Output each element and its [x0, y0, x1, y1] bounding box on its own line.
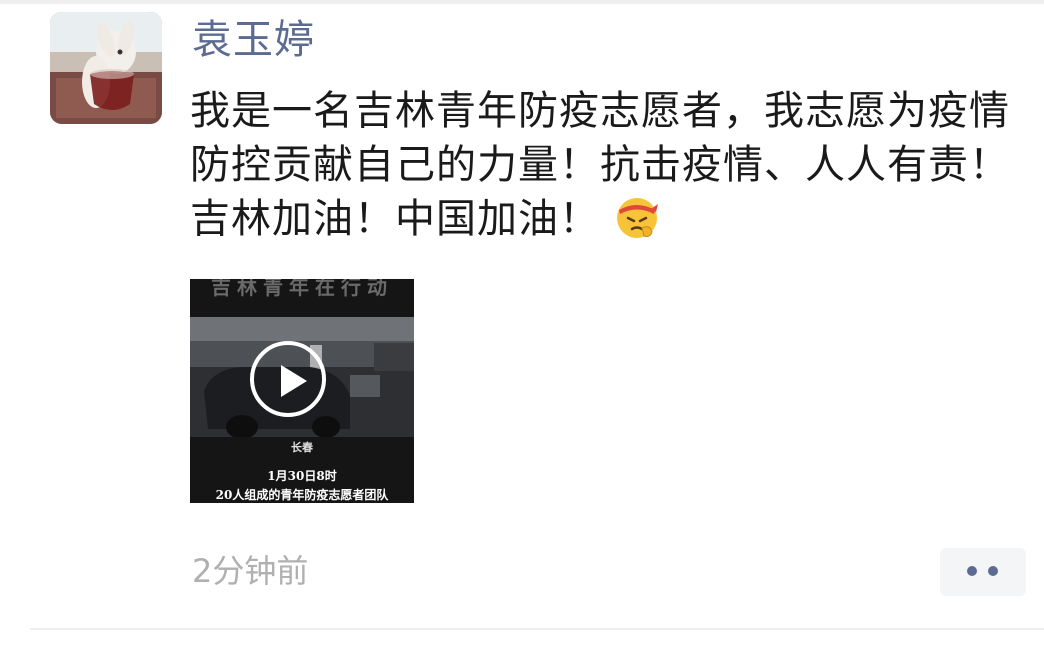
video-thumbnail[interactable]: 吉林青年在行动 长春 1月30日8时 20人组成的青年防疫志愿者团队	[190, 279, 414, 503]
post-timestamp: 2分钟前	[192, 552, 309, 590]
bottom-divider	[30, 628, 1044, 630]
post-text: 我是一名吉林青年防疫志愿者，我志愿为疫情防控贡献自己的力量！抗击疫情、人人有责！…	[190, 84, 1020, 246]
more-actions-button[interactable]	[940, 548, 1026, 596]
post-text-body: 我是一名吉林青年防疫志愿者，我志愿为疫情防控贡献自己的力量！抗击疫情、人人有责！…	[190, 88, 1010, 242]
video-top-text: 吉林青年在行动	[211, 279, 393, 299]
more-dots-icon	[988, 566, 998, 576]
avatar[interactable]	[50, 12, 162, 124]
video-date: 1月30日8时	[267, 469, 337, 483]
video-city: 长春	[291, 441, 313, 454]
determined-face-headband-emoji-icon	[614, 194, 660, 240]
more-dots-icon	[967, 566, 977, 576]
moments-post: 袁玉婷 我是一名吉林青年防疫志愿者，我志愿为疫情防控贡献自己的力量！抗击疫情、人…	[0, 0, 1044, 646]
play-icon[interactable]	[250, 341, 326, 417]
author-name[interactable]: 袁玉婷	[192, 12, 315, 68]
play-triangle	[281, 365, 307, 397]
video-subtitle: 20人组成的青年防疫志愿者团队	[215, 488, 389, 502]
top-divider	[0, 0, 1044, 4]
avatar-image	[50, 12, 162, 124]
